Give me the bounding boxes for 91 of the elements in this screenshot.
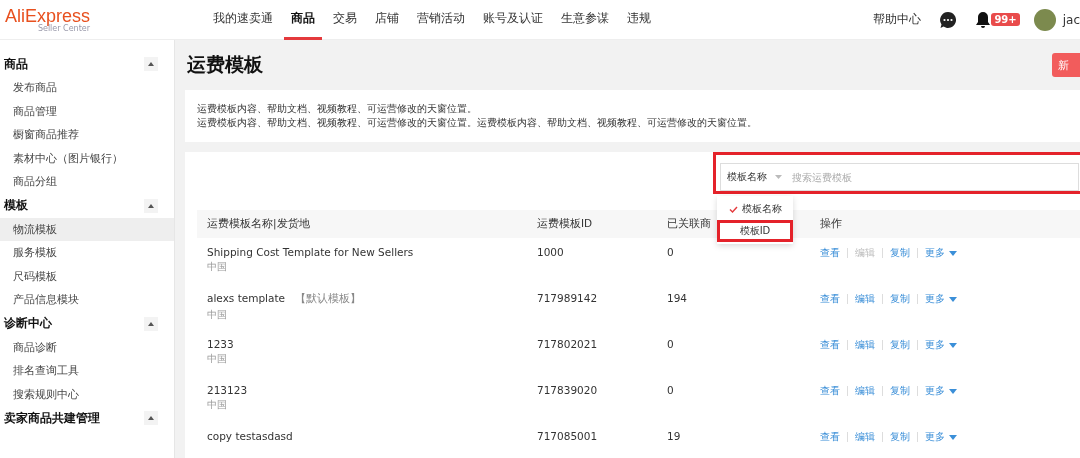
column-header: 已关联商 xyxy=(667,217,712,231)
default-tag: 【默认模板】 xyxy=(295,292,362,306)
origin-text: 中国 xyxy=(207,353,228,366)
nav-tab[interactable]: 店铺 xyxy=(368,0,406,40)
action-link[interactable]: 查看 xyxy=(820,384,847,398)
column-header: 运费模板名称|发货地 xyxy=(206,217,311,231)
chat-icon[interactable] xyxy=(939,10,958,29)
linked-count: 0 xyxy=(667,338,674,350)
sidebar-item[interactable]: 商品诊断 xyxy=(0,335,174,359)
sidebar-item[interactable]: 排名查询工具 xyxy=(0,359,174,383)
nav-tab[interactable]: 我的速卖通 xyxy=(206,0,280,40)
action-link[interactable]: 复制 xyxy=(890,338,917,352)
notification-badge: 99+ xyxy=(991,13,1020,26)
collapse-icon[interactable] xyxy=(144,198,158,213)
action-link[interactable]: 编辑 xyxy=(855,430,882,444)
action-link[interactable]: 编辑 xyxy=(855,292,882,306)
caret-icon xyxy=(949,296,957,302)
sidebar-group-title[interactable]: 诊断中心 xyxy=(4,315,52,332)
action-link[interactable]: 查看 xyxy=(820,338,847,352)
user-name[interactable]: jac xyxy=(1062,12,1080,27)
action-link[interactable]: 复制 xyxy=(890,384,917,398)
linked-count: 194 xyxy=(667,292,688,304)
template-id: 717085001 xyxy=(537,430,598,442)
template-id: 717989142 xyxy=(537,292,598,304)
action-link[interactable]: 复制 xyxy=(890,430,917,444)
sidebar-item[interactable]: 商品分组 xyxy=(0,170,174,194)
caret-icon xyxy=(949,388,957,394)
collapse-icon[interactable] xyxy=(144,411,158,425)
template-name: Shipping Cost Template for New Sellers xyxy=(207,246,414,258)
nav-tab[interactable]: 生意参谋 xyxy=(554,0,616,40)
sidebar-item[interactable]: 尺码模板 xyxy=(0,264,174,288)
more-link[interactable]: 更多 xyxy=(925,246,949,260)
sidebar-group-title[interactable]: 模板 xyxy=(4,197,28,214)
action-link[interactable]: 查看 xyxy=(820,430,847,444)
sidebar-item[interactable]: 搜索规则中心 xyxy=(0,382,174,406)
check-icon xyxy=(728,205,738,213)
user-avatar[interactable] xyxy=(1033,8,1056,31)
collapse-icon[interactable] xyxy=(144,316,158,331)
more-link[interactable]: 更多 xyxy=(925,292,949,306)
caret-icon xyxy=(949,250,957,256)
aliexpress-logo[interactable]: AliExpress Seller Center xyxy=(0,6,130,33)
origin-text: 中国 xyxy=(207,399,228,412)
dropdown-option[interactable]: 模板名称 xyxy=(717,198,793,220)
sidebar-item[interactable]: 橱窗商品推荐 xyxy=(0,123,174,147)
sidebar-item[interactable]: 物流模板 xyxy=(0,217,174,241)
more-link[interactable]: 更多 xyxy=(925,384,949,398)
sidebar-item[interactable]: 商品管理 xyxy=(0,99,174,123)
template-id: 1000 xyxy=(537,246,564,258)
sidebar-group-title[interactable]: 卖家商品共建管理 xyxy=(4,409,100,427)
dropdown-option[interactable]: 模板ID xyxy=(717,220,793,242)
bell-icon[interactable] xyxy=(975,10,992,29)
column-header: 操作 xyxy=(820,217,843,231)
nav-tab[interactable]: 账号及认证 xyxy=(476,0,550,40)
action-link[interactable]: 编辑 xyxy=(855,338,882,352)
action-link[interactable]: 复制 xyxy=(890,246,917,260)
action-link[interactable]: 查看 xyxy=(820,246,847,260)
linked-count: 0 xyxy=(667,384,674,396)
origin-text: 中国 xyxy=(207,309,228,322)
sidebar-item[interactable]: 服务模板 xyxy=(0,241,174,265)
sidebar-item[interactable]: 产品信息模块 xyxy=(0,288,174,312)
more-link[interactable]: 更多 xyxy=(925,338,949,352)
column-header: 运费模板ID xyxy=(537,217,594,231)
action-link[interactable]: 编辑 xyxy=(855,384,882,398)
nav-tab[interactable]: 营销活动 xyxy=(410,0,472,40)
linked-count: 19 xyxy=(667,430,681,442)
sidebar-group-title[interactable]: 商品 xyxy=(4,55,28,73)
template-name: 213123 xyxy=(207,384,248,396)
linked-count: 0 xyxy=(667,246,674,258)
nav-tab[interactable]: 交易 xyxy=(326,0,364,40)
nav-tab[interactable]: 违规 xyxy=(620,0,658,40)
page-title: 运费模板 xyxy=(187,52,263,77)
more-link[interactable]: 更多 xyxy=(925,430,949,444)
search-type-select[interactable]: 模板名称 xyxy=(721,170,790,184)
template-name: alexs template xyxy=(207,292,286,306)
caret-icon xyxy=(949,434,957,440)
search-field[interactable]: 模板名称 搜索运费模板 xyxy=(720,163,1079,191)
action-link[interactable]: 复制 xyxy=(890,292,917,306)
template-name: 1233 xyxy=(207,338,234,350)
notice-text: 运费模板内容、帮助文档、视频教程、可运营修改的天窗位置。运费模板内容、帮助文档、视频教程、可运营修改的天窗位置。 xyxy=(197,116,758,130)
template-id: 717802021 xyxy=(537,338,598,350)
caret-icon xyxy=(775,175,782,179)
template-id: 717839020 xyxy=(537,384,598,396)
help-center-link[interactable]: 帮助中心 xyxy=(873,11,922,28)
action-link[interactable]: 查看 xyxy=(820,292,847,306)
template-name: copy testasdasd xyxy=(207,430,293,442)
origin-text: 中国 xyxy=(207,261,228,274)
collapse-icon[interactable] xyxy=(144,57,158,71)
sidebar-item[interactable]: 素材中心（图片银行） xyxy=(0,146,174,170)
sidebar-item[interactable]: 发布商品 xyxy=(0,76,174,100)
caret-icon xyxy=(949,342,957,348)
notice-text: 运费模板内容、帮助文档、视频教程、可运营修改的天窗位置。 xyxy=(197,102,478,116)
